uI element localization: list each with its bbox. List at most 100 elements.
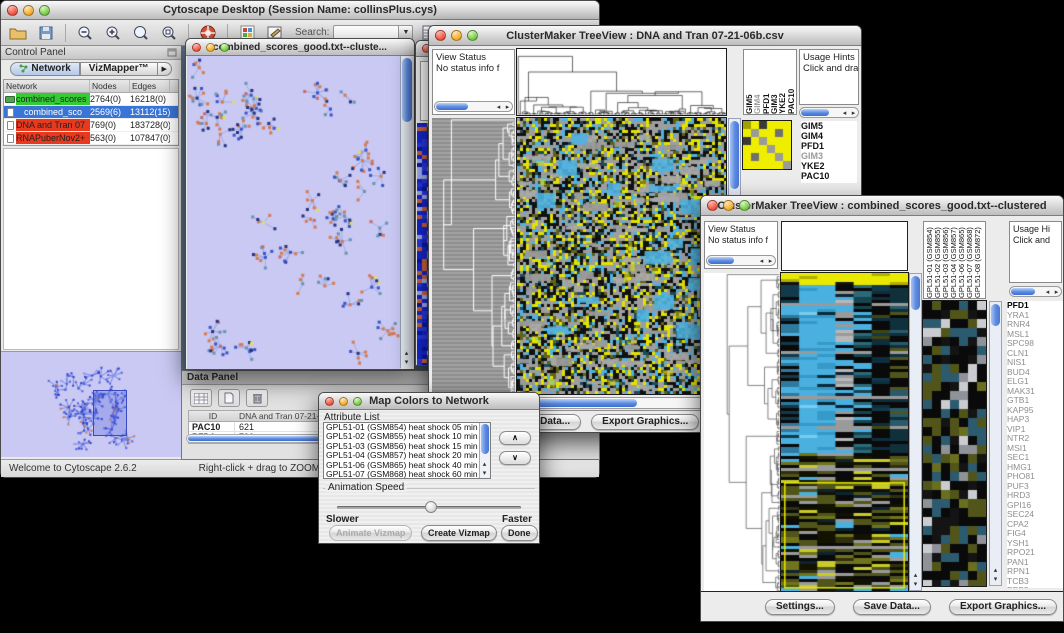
network-row[interactable]: combined_scores 2764(0) 16218(0) (4, 93, 178, 106)
treeview2-titlebar[interactable]: ClusterMaker TreeView : combined_scores_… (701, 196, 1063, 216)
scroll-right-icon[interactable]: ▸ (503, 103, 512, 112)
listbox-vscrollbar[interactable]: ▴ ▾ (479, 423, 490, 478)
scroll-up-icon[interactable]: ▴ (991, 566, 1000, 575)
scroll-left-icon[interactable]: ◂ (757, 257, 766, 266)
zoom-window-icon[interactable] (353, 397, 362, 406)
main-titlebar[interactable]: Cytoscape Desktop (Session Name: collins… (1, 1, 599, 20)
scrollbar-thumb[interactable] (911, 276, 920, 310)
zoom-in-button[interactable] (101, 22, 125, 44)
view-status-hscrollbar[interactable]: ◂ ▸ (706, 255, 776, 266)
usage-hscrollbar[interactable]: ◂ ▸ (1009, 286, 1062, 297)
scroll-right-icon[interactable]: ▸ (849, 109, 858, 118)
float-panel-icon[interactable] (167, 48, 177, 57)
network-graph-canvas[interactable] (187, 56, 401, 369)
open-session-button[interactable] (6, 22, 30, 44)
minimize-icon[interactable] (339, 397, 348, 406)
scroll-down-icon[interactable]: ▾ (402, 358, 411, 367)
scroll-up-icon[interactable]: ▴ (402, 349, 411, 358)
network-row[interactable]: DNA and Tran 07 769(0) 183728(0) (4, 119, 178, 132)
move-down-button[interactable]: ∨ (499, 451, 531, 465)
network-view-titlebar[interactable]: combined_scores_good.txt--cluste... (186, 39, 414, 56)
tab-network[interactable]: Network (10, 62, 79, 76)
treeview-action-button[interactable]: Export Graphics... (949, 599, 1057, 615)
overview-viewport-rect[interactable] (93, 390, 127, 436)
scrollbar-thumb[interactable] (730, 121, 739, 189)
zoom-selected-button[interactable] (157, 22, 181, 44)
network-row[interactable]: combined_sco 2569(6) 13112(15) (4, 106, 178, 119)
selected-submatrix-canvas[interactable] (743, 121, 791, 169)
gene-label[interactable]: YKE2 (801, 161, 857, 171)
scroll-up-icon[interactable]: ▴ (911, 571, 920, 580)
column-label[interactable]: PFD1 (763, 50, 771, 114)
gene-label[interactable]: PEP5 (1007, 586, 1063, 588)
minimize-icon[interactable] (23, 5, 34, 16)
treeview-action-button[interactable]: Save Data... (853, 599, 931, 615)
heatmap-vscrollbar[interactable]: ▴ ▾ (909, 273, 922, 591)
close-icon[interactable] (435, 30, 446, 41)
animation-speed-slider[interactable] (337, 506, 521, 509)
scrollbar-thumb[interactable] (436, 103, 468, 110)
gene-label[interactable]: PAC10 (801, 171, 857, 181)
scroll-left-icon[interactable]: ◂ (1043, 288, 1052, 297)
minimize-icon[interactable] (206, 43, 215, 52)
gene-label[interactable]: GIM4 (801, 131, 857, 141)
treeview-action-button[interactable]: Settings... (765, 599, 835, 615)
attribute-item[interactable]: GPL51-07 (GSM868) heat shock 60 min (324, 470, 490, 479)
slider-thumb[interactable] (425, 501, 437, 513)
row-dendrogram-canvas[interactable] (432, 118, 515, 394)
gene-label[interactable]: GIM5 (801, 121, 857, 131)
scroll-left-icon[interactable]: ◂ (840, 109, 849, 118)
column-label[interactable]: PAC10 (788, 50, 796, 114)
column-label[interactable]: GPL51-06 (GSM865) (958, 222, 966, 298)
usage-hscrollbar[interactable]: ◂ ▸ (799, 107, 859, 118)
scroll-down-icon[interactable]: ▾ (480, 469, 489, 478)
heatmap-canvas[interactable] (781, 273, 908, 591)
column-label[interactable]: YKE2 (779, 50, 787, 114)
treeview-action-button[interactable]: Export Graphics... (591, 414, 699, 430)
done-button[interactable]: Done (501, 525, 538, 541)
selected-submatrix-canvas[interactable] (923, 301, 986, 586)
col-edges[interactable]: Edges (130, 80, 170, 92)
network-overview-panel[interactable] (1, 351, 181, 457)
scrollbar-thumb[interactable] (1011, 288, 1035, 295)
column-dendrogram-canvas[interactable] (517, 49, 726, 115)
view-status-hscrollbar[interactable]: ◂ ▸ (434, 101, 513, 112)
delete-attribute-button[interactable] (246, 389, 268, 407)
gene-label[interactable]: GIM3 (801, 151, 857, 161)
scrollbar-thumb[interactable] (801, 109, 829, 116)
scroll-right-icon[interactable]: ▸ (766, 257, 775, 266)
scroll-down-icon[interactable]: ▾ (911, 580, 920, 589)
gene-list-vscrollbar[interactable]: ▴ ▾ (989, 301, 1002, 586)
minimize-icon[interactable] (451, 30, 462, 41)
treeview1-titlebar[interactable]: ClusterMaker TreeView : DNA and Tran 07-… (429, 26, 861, 46)
close-icon[interactable] (325, 397, 334, 406)
col-nodes[interactable]: Nodes (90, 80, 130, 92)
move-up-button[interactable]: ∧ (499, 431, 531, 445)
heatmap-canvas[interactable] (517, 118, 726, 394)
attribute-listbox[interactable]: GPL51-01 (GSM854) heat shock 05 minGPL51… (323, 422, 491, 479)
column-label[interactable]: GPL51-08 (GSM872) (974, 222, 982, 298)
dialog-titlebar[interactable]: Map Colors to Network (319, 393, 539, 410)
column-label[interactable]: GPL51-01 (GSM854) (926, 222, 934, 298)
new-attribute-button[interactable] (218, 389, 240, 407)
scrollbar-thumb[interactable] (481, 424, 489, 454)
column-label[interactable]: GIM4 (754, 50, 762, 114)
zoom-out-button[interactable] (73, 22, 97, 44)
scrollbar-thumb[interactable] (708, 257, 734, 264)
col-network[interactable]: Network (4, 80, 90, 92)
minimize-icon[interactable] (723, 200, 734, 211)
zoom-window-icon[interactable] (39, 5, 50, 16)
scroll-left-icon[interactable]: ◂ (494, 103, 503, 112)
save-session-button[interactable] (34, 22, 58, 44)
network-row[interactable]: RNAPuberNov2+ 563(0) 107847(0) (4, 132, 178, 145)
animate-vizmap-button[interactable]: Animate Vizmap (329, 525, 412, 541)
scroll-up-icon[interactable]: ▴ (480, 460, 489, 469)
id-column-header[interactable]: ID (189, 411, 235, 421)
close-icon[interactable] (192, 43, 201, 52)
column-label[interactable]: GPL51-07 (GSM868) (966, 222, 974, 298)
select-attributes-button[interactable] (190, 389, 212, 407)
column-label[interactable]: GPL51-03 (GSM856) (942, 222, 950, 298)
zoom-window-icon[interactable] (220, 43, 229, 52)
gene-label[interactable]: PFD1 (801, 141, 857, 151)
scrollbar-thumb[interactable] (402, 58, 412, 122)
